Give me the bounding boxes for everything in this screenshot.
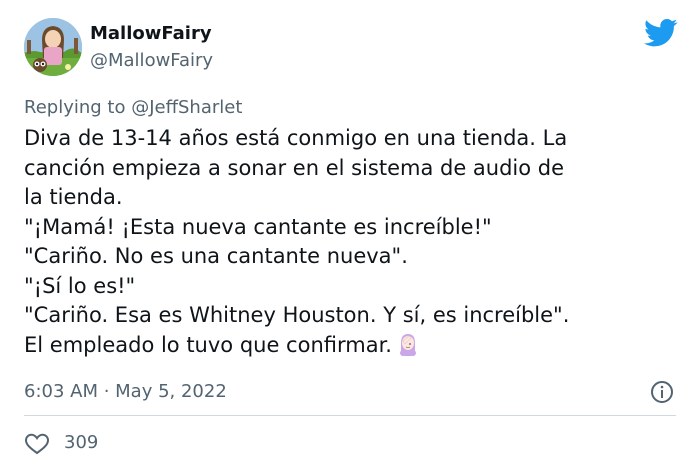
tweet-line: "¡Sí lo es!" [24,273,136,298]
tweet-line: "¡Mamá! ¡Esta nueva cantante es increíbl… [24,214,492,239]
tweet-line: canción empieza a sonar en el sistema de… [24,155,565,180]
info-icon[interactable] [650,380,674,404]
replying-to-label[interactable]: Replying to @JeffSharlet [24,96,242,120]
tweet-line: "Cariño. No es una cantante nueva". [24,244,408,268]
like-count[interactable]: 309 [64,431,98,455]
heart-icon[interactable] [24,432,50,456]
woman-facepalming-icon [396,332,420,356]
heart-shape [24,433,50,455]
tweet-line-text: El empleado lo tuvo que confirmar. [24,332,392,357]
avatar-image [24,18,82,76]
author-handle[interactable]: @MallowFairy [90,49,213,73]
woman-facepalming-shape [399,333,416,356]
tweet-timestamp[interactable]: 6:03 AM · May 5, 2022 [24,380,227,404]
twitter-bird-shape [644,18,678,47]
tweet-line: la tienda. [24,185,123,209]
tweet-line: "Cariño. Esa es Whitney Houston. Y sí, e… [24,303,570,327]
tweet-line-last: El empleado lo tuvo que confirmar. [24,331,674,361]
divider [24,415,676,416]
author-display-name[interactable]: MallowFairy [90,22,213,46]
author-block[interactable]: MallowFairy @MallowFairy [90,22,213,73]
tweet-text: Diva de 13-14 años está conmigo en una t… [24,124,674,360]
avatar[interactable] [24,18,82,76]
info-shape [651,381,673,403]
tweet-line: Diva de 13-14 años está conmigo en una t… [24,126,568,150]
twitter-bird-icon[interactable] [644,18,678,48]
